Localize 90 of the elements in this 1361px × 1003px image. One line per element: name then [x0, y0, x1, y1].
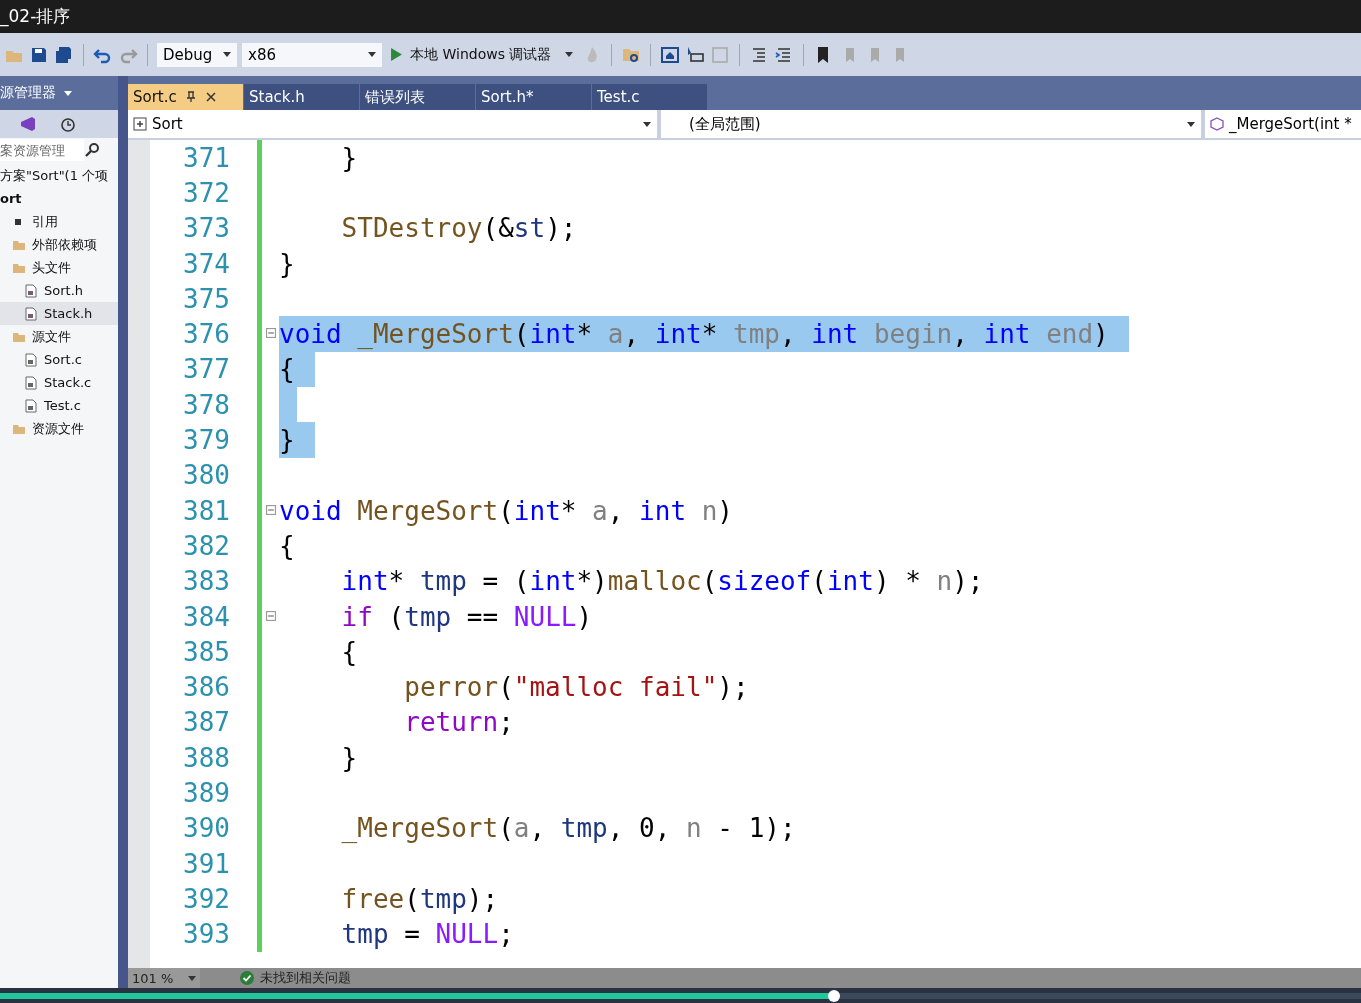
close-icon[interactable] [204, 91, 217, 103]
file-icon [24, 398, 38, 413]
code-line: int* tmp = (int*)malloc(sizeof(int) * n); [340, 565, 984, 599]
file-icon [24, 375, 38, 390]
caret-icon [223, 52, 231, 57]
issues-status: 未找到相关问题 [260, 969, 351, 987]
pin-icon[interactable] [184, 91, 197, 103]
line-number: 378 [182, 389, 230, 420]
tree-item[interactable]: Test.c [0, 394, 118, 417]
video-progress-bar[interactable] [0, 992, 1361, 999]
check-icon [240, 971, 254, 985]
configuration-dropdown[interactable]: Debug [157, 42, 237, 67]
home-window-icon[interactable] [660, 44, 681, 65]
code-line: perror("malloc fail"); [403, 671, 749, 705]
line-number: 390 [182, 813, 230, 844]
platform-dropdown[interactable]: x86 [242, 42, 382, 67]
file-icon [24, 352, 38, 367]
line-number: 375 [182, 283, 230, 314]
zoom-dropdown[interactable]: 101 % [128, 968, 200, 988]
tree-item[interactable]: Stack.h [0, 302, 118, 325]
project-dropdown[interactable]: Sort [128, 110, 661, 138]
line-number: 371 [182, 142, 230, 173]
code-line: } [279, 247, 295, 281]
project-icon [133, 117, 147, 131]
tree-item[interactable]: 引用 [0, 210, 118, 233]
editor-tab[interactable]: Test.c [592, 84, 707, 110]
editor-tab[interactable]: Sort.h* [476, 84, 591, 110]
line-number: 392 [182, 883, 230, 914]
tree-item[interactable]: Sort.h [0, 279, 118, 302]
scope-dropdown[interactable]: (全局范围) [661, 110, 1205, 138]
collapse-icon[interactable] [266, 328, 276, 339]
caret-icon [188, 975, 196, 981]
line-number: 393 [182, 919, 230, 950]
search-field[interactable]: 案资源管理 [0, 139, 84, 161]
editor-tab[interactable]: Stack.h [244, 84, 359, 110]
caret-icon [565, 52, 574, 57]
line-number: 382 [182, 530, 230, 561]
code-line: return; [403, 706, 514, 740]
tree-item[interactable]: ort [0, 187, 118, 210]
collapse-icon[interactable] [266, 610, 276, 621]
tree-item[interactable]: 方案"Sort"(1 个项 [0, 164, 118, 187]
collapse-icon[interactable] [266, 504, 276, 515]
code-line: free(tmp); [340, 882, 499, 916]
line-number: 389 [182, 778, 230, 808]
play-icon [391, 48, 402, 61]
tree-item[interactable]: 头文件 [0, 256, 118, 279]
caret-icon [368, 52, 376, 57]
line-number: 380 [182, 460, 230, 491]
code-line: STDestroy(&st); [340, 212, 577, 246]
code-line: tmp = NULL; [340, 918, 514, 952]
save-all-icon[interactable] [54, 44, 74, 65]
tree-item[interactable]: Stack.c [0, 371, 118, 394]
line-number: 374 [182, 248, 230, 279]
file-icon [24, 306, 38, 321]
slider-thumb[interactable] [828, 989, 841, 1002]
member-dropdown[interactable]: _MergeSort(int * [1205, 110, 1361, 138]
line-number: 377 [182, 354, 230, 385]
panel-title: 源管理器 [0, 84, 56, 102]
caret-icon [1187, 121, 1195, 127]
search-icon[interactable] [84, 142, 100, 158]
line-number: 373 [182, 213, 230, 244]
window-title: _02-排序 [0, 5, 71, 28]
tree-item[interactable]: Sort.c [0, 348, 118, 371]
code-line: { [340, 635, 358, 669]
code-line: void MergeSort(int* a, int n) [279, 494, 733, 528]
code-line: _MergeSort(a, tmp, 0, n - 1); [340, 812, 796, 846]
line-number: 379 [182, 425, 230, 455]
editor-tab[interactable]: Sort.c [128, 84, 243, 110]
line-number: 385 [182, 636, 230, 667]
tree-item[interactable]: 外部依赖项 [0, 233, 118, 256]
editor-tab[interactable]: 错误列表 [360, 84, 475, 110]
line-number: 383 [182, 566, 230, 597]
line-number: 381 [182, 495, 230, 526]
file-icon [24, 283, 38, 298]
line-number: 391 [182, 848, 230, 879]
tree-item[interactable]: 资源文件 [0, 417, 118, 440]
code-line: if (tmp == NULL) [340, 600, 593, 634]
caret-icon[interactable] [64, 90, 72, 96]
line-number: 387 [182, 707, 230, 738]
line-number: 386 [182, 672, 230, 703]
line-number: 372 [182, 177, 230, 208]
caret-icon [643, 121, 651, 127]
code-line: } [340, 741, 358, 775]
line-number: 388 [182, 742, 230, 773]
code-line: { [279, 529, 295, 563]
code-line: } [340, 141, 358, 175]
tree-item[interactable]: 源文件 [0, 325, 118, 348]
line-number: 376 [182, 319, 230, 350]
run-debugger-button[interactable]: 本地 Windows 调试器 [387, 45, 578, 64]
line-number: 384 [182, 601, 230, 632]
